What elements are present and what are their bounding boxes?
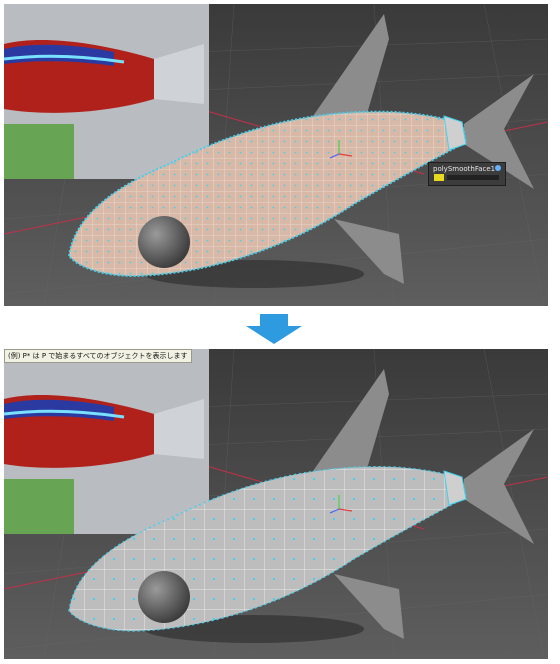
viewport-before[interactable]: polySmoothFace1 [4, 4, 548, 306]
panel-toggle-icon[interactable] [495, 165, 501, 171]
keyable-attribute-swatch[interactable] [434, 174, 444, 181]
down-arrow-icon [246, 314, 302, 344]
node-name-label: polySmoothFace1 [433, 165, 496, 173]
attribute-value-field[interactable] [447, 175, 499, 180]
viewport-after[interactable]: (例) P* は P で始まるすべてのオブジェクトを表示します [4, 349, 548, 659]
help-line-tooltip: (例) P* は P で始まるすべてのオブジェクトを表示します [4, 349, 192, 363]
node-info-panel[interactable]: polySmoothFace1 [428, 162, 506, 186]
scene-after [4, 349, 548, 659]
scene-before [4, 4, 548, 306]
